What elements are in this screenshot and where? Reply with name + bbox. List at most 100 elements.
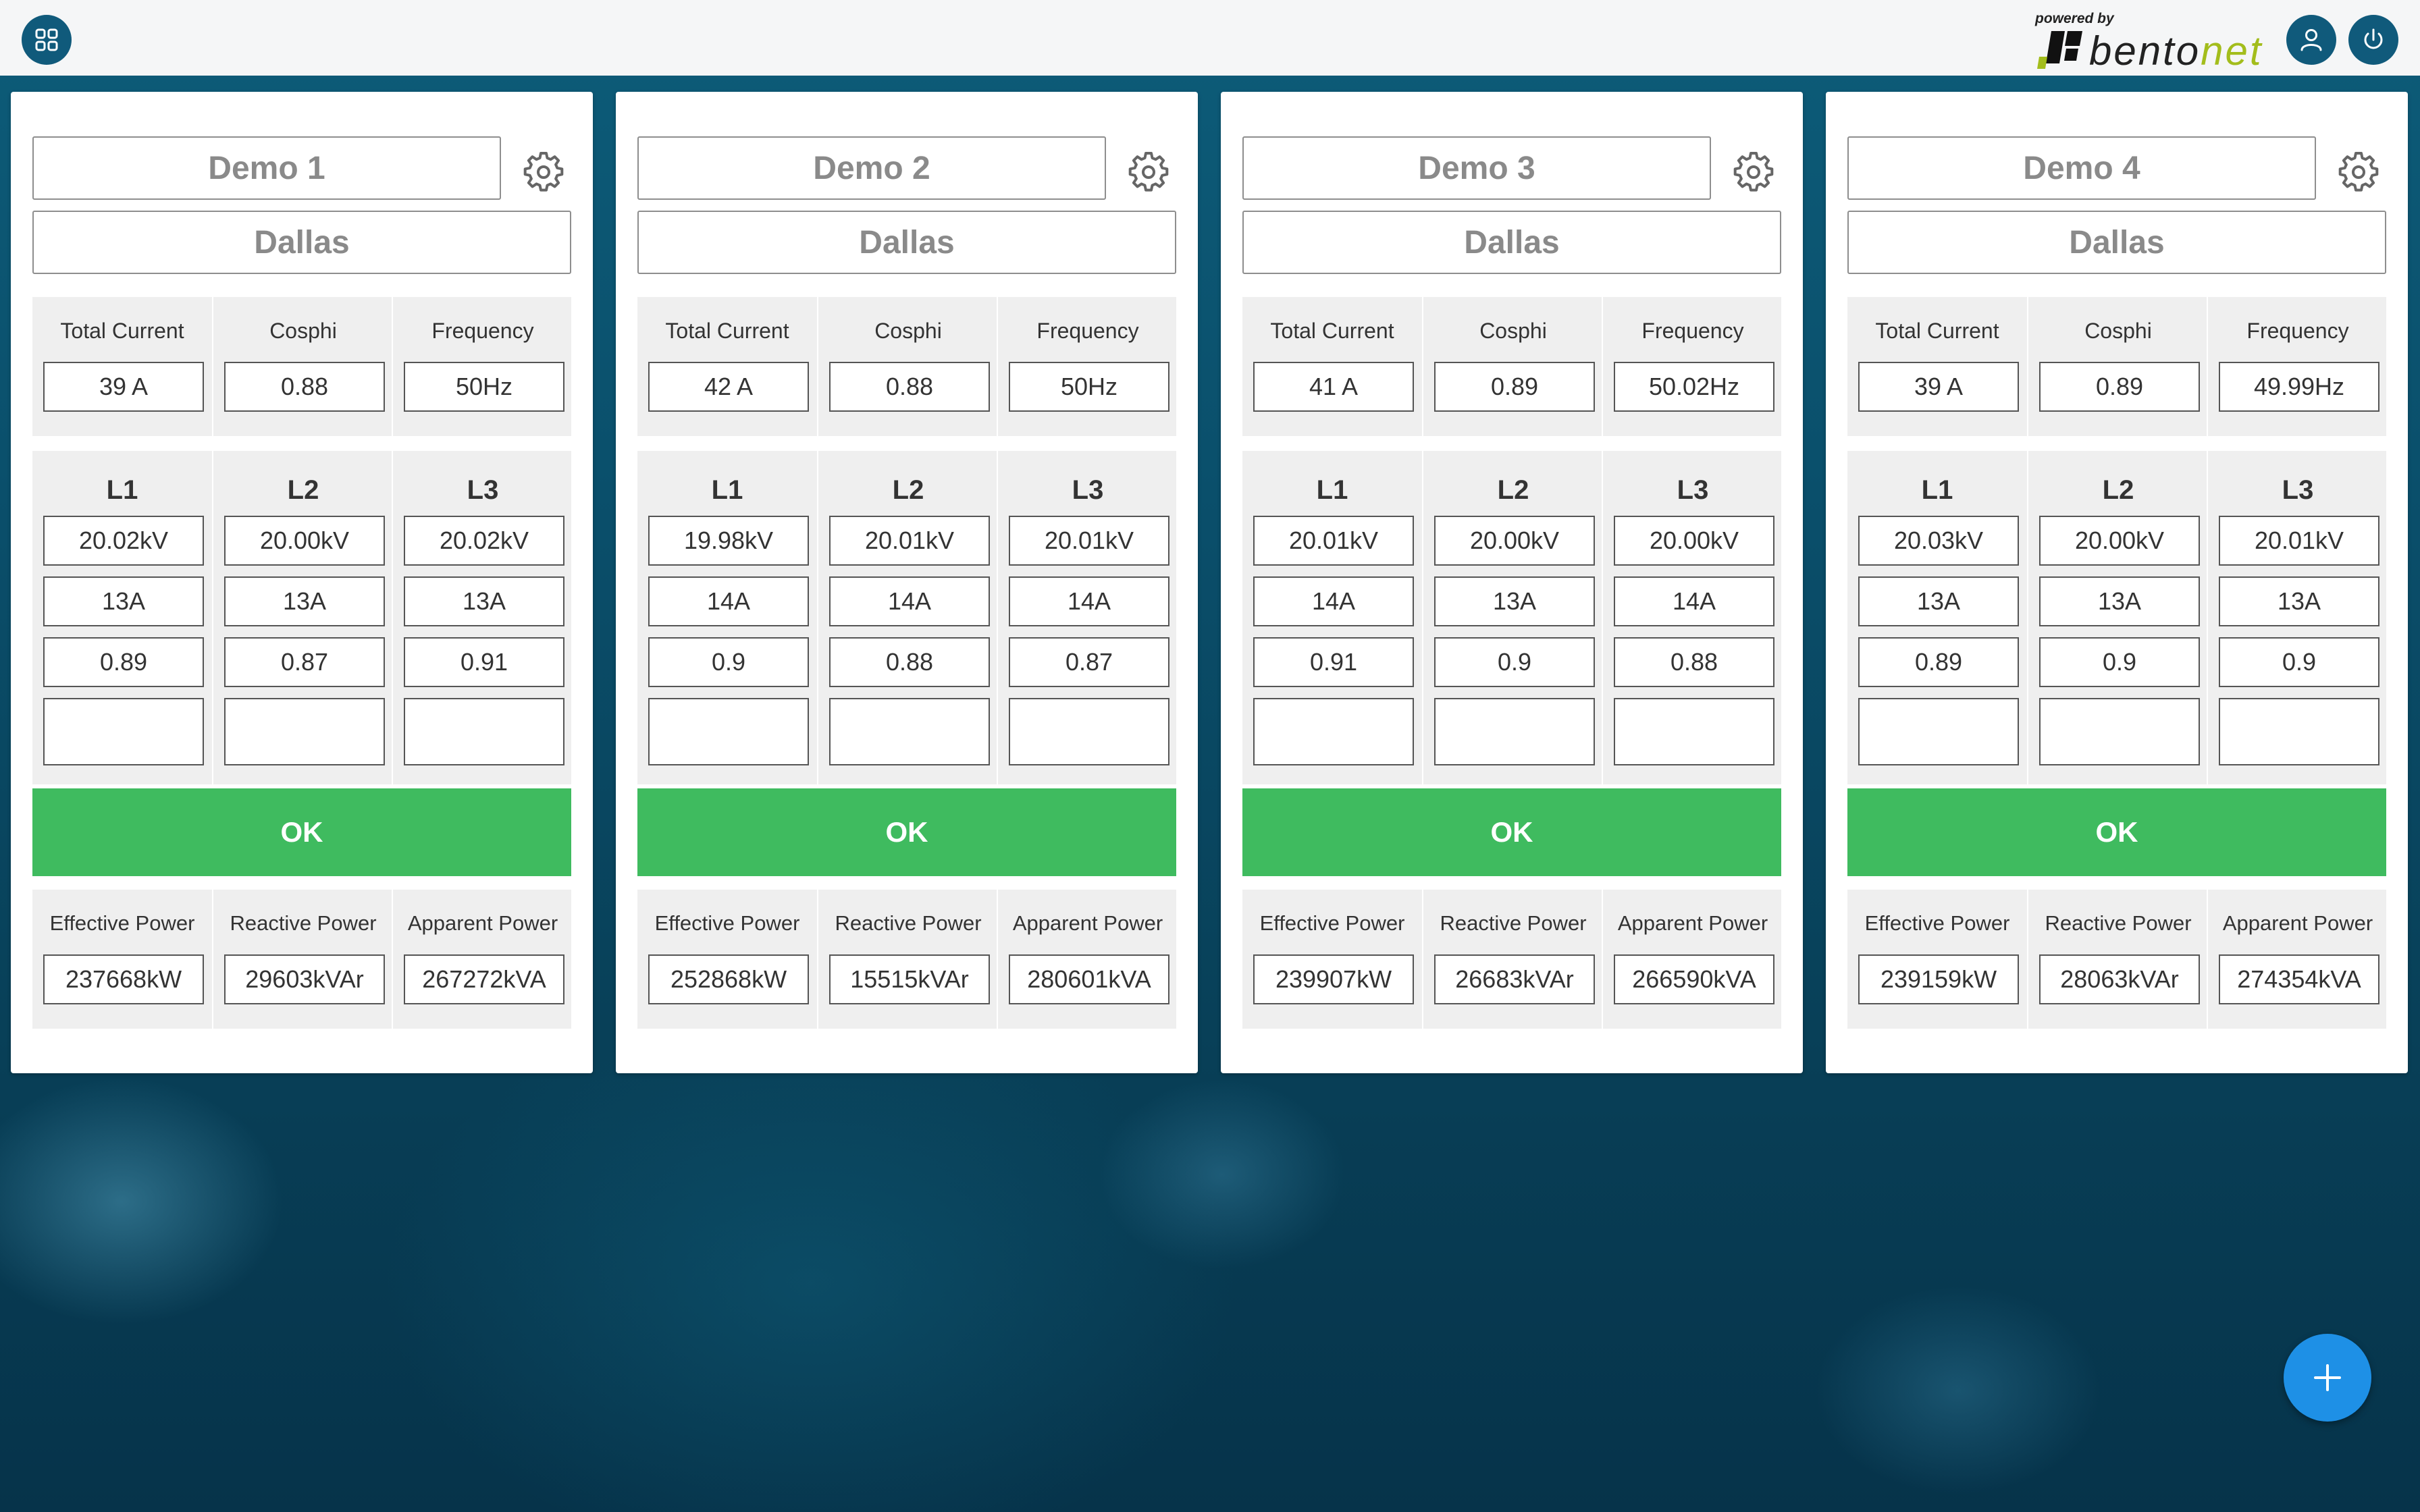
- apparent-power-column: Apparent Power 267272kVA: [392, 890, 571, 1029]
- phase-l1-column: L1 19.98kV 14A 0.9: [637, 451, 817, 784]
- summary-panel: Total Current 42 A Cosphi 0.88 Frequency…: [637, 297, 1176, 436]
- apparent-power-label: Apparent Power: [1617, 911, 1768, 935]
- settings-button[interactable]: [2335, 148, 2382, 196]
- frequency-column: Frequency 49.99Hz: [2207, 297, 2386, 436]
- device-city-field[interactable]: Dallas: [637, 211, 1176, 274]
- phase-cosphi-value: 0.91: [404, 637, 564, 687]
- frequency-value: 50Hz: [404, 362, 564, 412]
- summary-panel: Total Current 39 A Cosphi 0.89 Frequency…: [1847, 297, 2386, 436]
- phase-cosphi-value: 0.87: [1009, 637, 1169, 687]
- power-icon: [2364, 28, 2383, 49]
- phase-cosphi-value: 0.9: [648, 637, 809, 687]
- status-ok-button[interactable]: OK: [1847, 788, 2386, 876]
- settings-button[interactable]: [1730, 148, 1777, 196]
- phase-voltage-value: 20.03kV: [1858, 516, 2019, 566]
- phase-l2-label: L2: [892, 475, 924, 505]
- phase-extra-value: [1253, 698, 1414, 765]
- phase-current-value: 14A: [1009, 576, 1169, 626]
- cosphi-column: Cosphi 0.89: [1422, 297, 1602, 436]
- phase-current-value: 13A: [43, 576, 204, 626]
- apparent-power-column: Apparent Power 274354kVA: [2207, 890, 2386, 1029]
- apparent-power-value: 267272kVA: [404, 954, 564, 1004]
- reactive-power-label: Reactive Power: [2045, 911, 2192, 935]
- phase-l3-label: L3: [1072, 475, 1104, 505]
- cosphi-value: 0.89: [1434, 362, 1595, 412]
- frequency-value: 50Hz: [1009, 362, 1169, 412]
- phase-l2-label: L2: [1497, 475, 1529, 505]
- device-name-field[interactable]: Demo 1: [32, 136, 501, 200]
- phase-current-value: 13A: [1858, 576, 2019, 626]
- phase-l1-label: L1: [1921, 475, 1953, 505]
- phase-current-value: 13A: [1434, 576, 1595, 626]
- phase-cosphi-value: 0.89: [1858, 637, 2019, 687]
- device-name-field[interactable]: Demo 2: [637, 136, 1106, 200]
- logout-button[interactable]: [2348, 15, 2398, 65]
- phase-l3-column: L3 20.01kV 13A 0.9: [2207, 451, 2386, 784]
- user-icon: [2300, 29, 2322, 51]
- device-card-1: Demo 1 Dallas Total Current 39 A Cosphi …: [11, 92, 593, 1073]
- device-name-field[interactable]: Demo 3: [1242, 136, 1711, 200]
- status-ok-button[interactable]: OK: [1242, 788, 1781, 876]
- power-panel: Effective Power 252868kW Reactive Power …: [637, 890, 1176, 1029]
- device-city-field[interactable]: Dallas: [1242, 211, 1781, 274]
- phase-l2-label: L2: [2102, 475, 2134, 505]
- phase-l1-column: L1 20.02kV 13A 0.89: [32, 451, 212, 784]
- gear-icon: [523, 152, 564, 192]
- apparent-power-column: Apparent Power 280601kVA: [997, 890, 1176, 1029]
- phase-extra-value: [1434, 698, 1595, 765]
- device-name-field[interactable]: Demo 4: [1847, 136, 2316, 200]
- phase-voltage-value: 20.01kV: [2219, 516, 2379, 566]
- effective-power-label: Effective Power: [49, 911, 195, 935]
- phase-l1-label: L1: [711, 475, 743, 505]
- phases-panel: L1 20.01kV 14A 0.91 L2 20.00kV 13A 0.9 L…: [1242, 451, 1781, 784]
- apps-menu-button[interactable]: [22, 15, 72, 65]
- cosphi-value: 0.88: [829, 362, 990, 412]
- effective-power-label: Effective Power: [1864, 911, 2010, 935]
- phase-l3-column: L3 20.00kV 14A 0.88: [1602, 451, 1781, 784]
- apparent-power-column: Apparent Power 266590kVA: [1602, 890, 1781, 1029]
- phase-current-value: 14A: [1614, 576, 1774, 626]
- phase-extra-value: [404, 698, 564, 765]
- status-ok-button[interactable]: OK: [32, 788, 571, 876]
- cosphi-label: Cosphi: [269, 319, 337, 343]
- device-city-field[interactable]: Dallas: [32, 211, 571, 274]
- grid-icon: [35, 28, 58, 51]
- settings-button[interactable]: [1125, 148, 1172, 196]
- effective-power-value: 239159kW: [1858, 954, 2019, 1004]
- effective-power-label: Effective Power: [1259, 911, 1405, 935]
- apparent-power-label: Apparent Power: [2222, 911, 2373, 935]
- reactive-power-value: 29603kVAr: [224, 954, 385, 1004]
- user-button[interactable]: [2286, 15, 2336, 65]
- total-current-column: Total Current 41 A: [1242, 297, 1422, 436]
- phase-extra-value: [1009, 698, 1169, 765]
- device-card-3: Demo 3 Dallas Total Current 41 A Cosphi …: [1221, 92, 1803, 1073]
- phase-l3-label: L3: [467, 475, 499, 505]
- apparent-power-label: Apparent Power: [1012, 911, 1163, 935]
- phase-voltage-value: 20.00kV: [2039, 516, 2200, 566]
- frequency-label: Frequency: [1036, 319, 1139, 343]
- effective-power-column: Effective Power 239907kW: [1242, 890, 1422, 1029]
- phase-l3-column: L3 20.02kV 13A 0.91: [392, 451, 571, 784]
- phase-l3-label: L3: [1677, 475, 1709, 505]
- reactive-power-value: 28063kVAr: [2039, 954, 2200, 1004]
- phase-cosphi-value: 0.9: [2219, 637, 2379, 687]
- total-current-value: 39 A: [1858, 362, 2019, 412]
- frequency-label: Frequency: [431, 319, 534, 343]
- cosphi-label: Cosphi: [874, 319, 942, 343]
- brand-name-part-a: bento: [2089, 28, 2201, 74]
- phase-cosphi-value: 0.88: [829, 637, 990, 687]
- phase-current-value: 13A: [224, 576, 385, 626]
- effective-power-column: Effective Power 239159kW: [1847, 890, 2027, 1029]
- phase-voltage-value: 20.01kV: [1253, 516, 1414, 566]
- effective-power-column: Effective Power 252868kW: [637, 890, 817, 1029]
- device-city-field[interactable]: Dallas: [1847, 211, 2386, 274]
- settings-button[interactable]: [520, 148, 567, 196]
- device-card-2: Demo 2 Dallas Total Current 42 A Cosphi …: [616, 92, 1198, 1073]
- status-ok-button[interactable]: OK: [637, 788, 1176, 876]
- total-current-label: Total Current: [60, 319, 184, 343]
- total-current-value: 39 A: [43, 362, 204, 412]
- brand-logo: powered by bentonet: [2031, 8, 2274, 73]
- phase-l3-column: L3 20.01kV 14A 0.87: [997, 451, 1176, 784]
- add-device-button[interactable]: [2284, 1334, 2371, 1422]
- cosphi-value: 0.89: [2039, 362, 2200, 412]
